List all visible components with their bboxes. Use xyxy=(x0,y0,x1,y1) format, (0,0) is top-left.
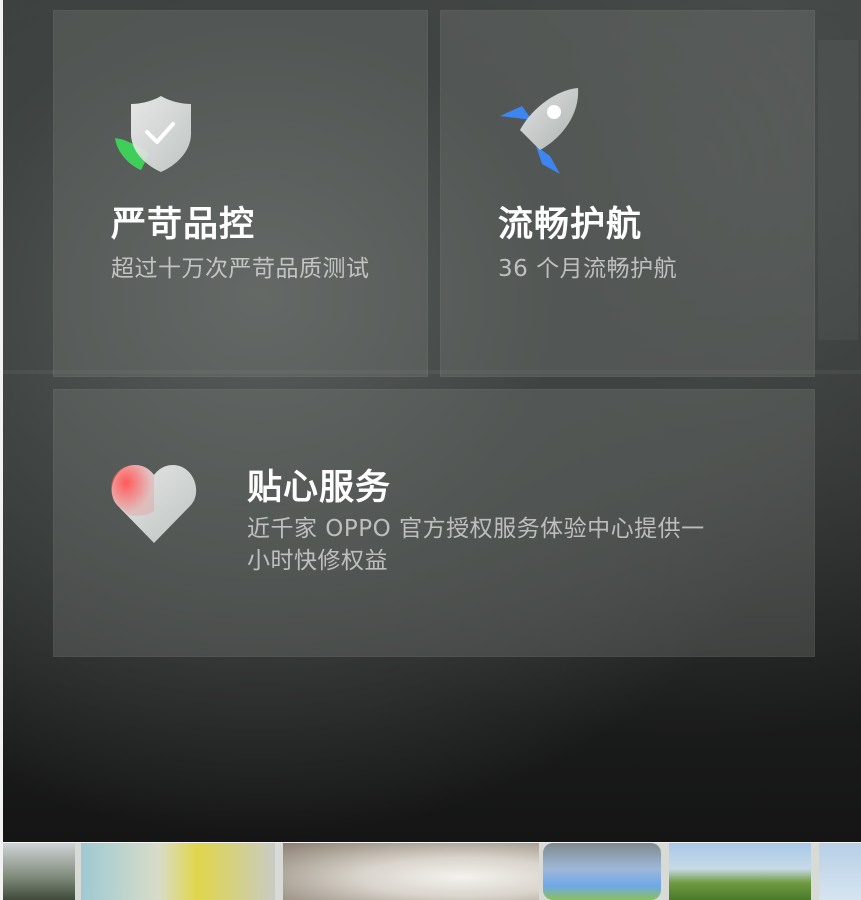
background-scenery-post xyxy=(818,40,858,340)
card-title: 流畅护航 xyxy=(498,205,643,245)
photo-thumbnail-strip xyxy=(3,843,861,900)
dog-photo-thumbnail[interactable] xyxy=(283,843,539,900)
field-photo-thumbnail[interactable] xyxy=(669,843,811,900)
feature-panel: 严苛品控 超过十万次严苛品质测试 流畅护航 36 个月流畅护航 贴心服务 近千家… xyxy=(3,0,861,842)
shield-check-icon xyxy=(111,94,193,178)
rocket-icon xyxy=(496,86,584,178)
sky-photo-thumbnail[interactable] xyxy=(543,843,661,900)
heart-icon xyxy=(109,461,199,549)
smooth-performance-card: 流畅护航 36 个月流畅护航 xyxy=(440,10,815,377)
sky-edge-thumbnail[interactable] xyxy=(819,843,861,900)
service-card: 贴心服务 近千家 OPPO 官方授权服务体验中心提供一小时快修权益 xyxy=(53,389,815,657)
card-description: 近千家 OPPO 官方授权服务体验中心提供一小时快修权益 xyxy=(247,516,705,574)
street-photo-thumbnail[interactable] xyxy=(3,843,75,900)
quality-control-card: 严苛品控 超过十万次严苛品质测试 xyxy=(53,10,428,377)
water-gun-photo-thumbnail[interactable] xyxy=(81,843,275,900)
card-description: 超过十万次严苛品质测试 xyxy=(111,256,370,282)
card-title: 贴心服务 xyxy=(247,468,392,508)
card-title: 严苛品控 xyxy=(111,205,256,245)
card-description: 36 个月流畅护航 xyxy=(498,256,678,282)
